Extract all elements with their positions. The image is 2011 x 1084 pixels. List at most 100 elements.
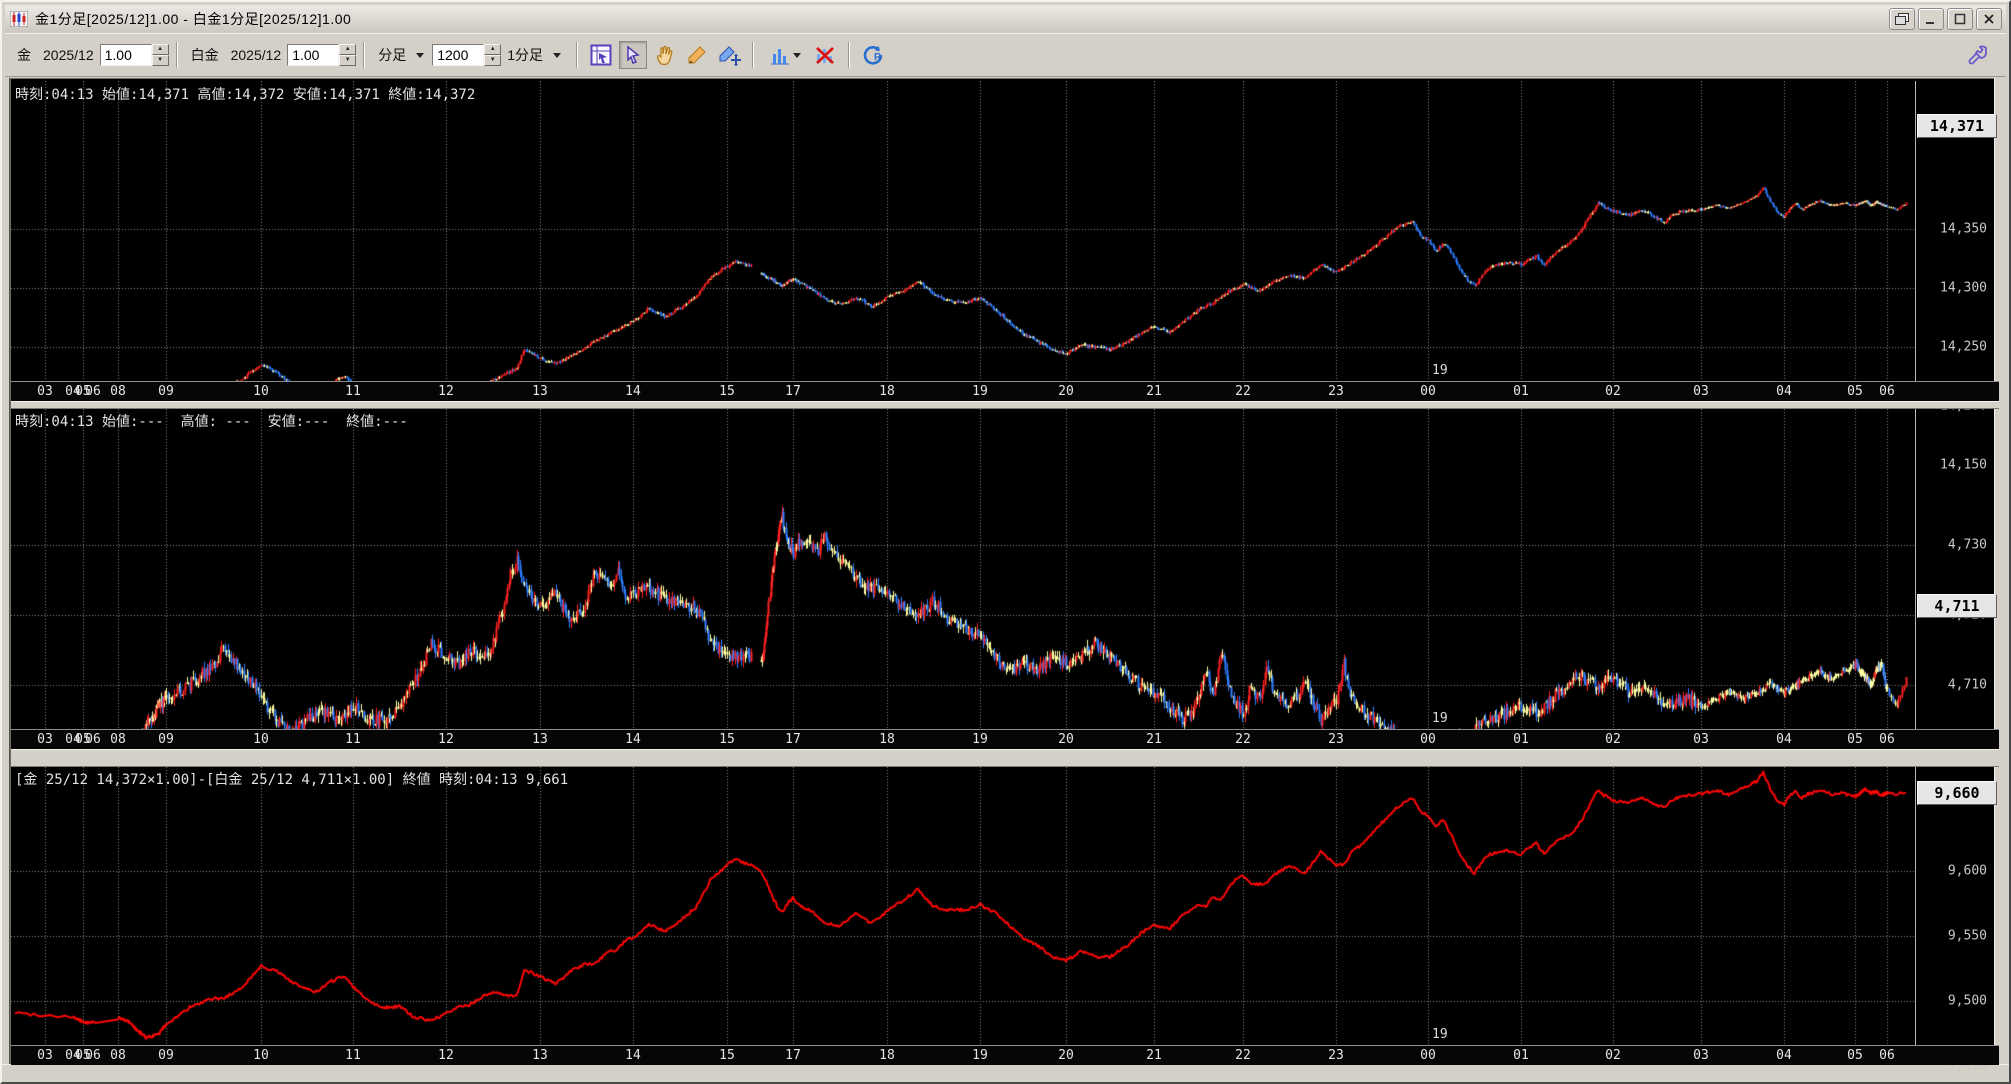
x-tick-label: 20 [1058,732,1074,747]
x-tick-label: 05 [1847,732,1863,747]
x-tick-label: 11 [345,732,361,747]
x-tick-label: 14 [625,384,641,399]
x-tick-label: 21 [1146,384,1162,399]
x-tick-label: 06 [85,732,101,747]
x-tick-label: 01 [1513,732,1529,747]
gold-month-label: 2025/12 [43,47,94,63]
x-tick-label: 12 [438,384,454,399]
x-tick-label: 08 [110,384,126,399]
spread-last-price-box: 9,660 [1917,781,1997,805]
toolbar-separator [363,42,366,68]
platinum-month-label: 2025/12 [230,47,282,63]
maximize-button[interactable] [1947,8,1973,30]
x-tick-label: 06 [1879,1048,1895,1063]
bar-count-input[interactable] [432,44,485,66]
x-tick-label: 19 [972,732,988,747]
toolbar: 金 2025/12 ▲▼ 白金 2025/12 ▲▼ 分足 ▲▼ 1分足 [5,33,2006,77]
x-tick-label: 15 [719,384,735,399]
chart-type-button[interactable] [763,41,807,69]
app-candlestick-icon [10,11,28,27]
hand-pan-button[interactable] [651,41,679,69]
minimize-icon [1926,22,1934,24]
x-tick-label: 13 [532,732,548,747]
x-tick-label: 10 [253,384,269,399]
panel-splitter[interactable] [11,401,1999,409]
refresh-button[interactable]: R [859,41,887,69]
price-axis-label: 9,600 [1947,863,1987,879]
price-axis-label: 9,500 [1947,993,1987,1009]
x-tick-label: 04 [1776,732,1792,747]
gold-ratio-spinner[interactable]: ▲ ▼ [151,44,169,66]
bar-count-spinner[interactable]: ▲ ▼ [484,44,502,66]
x-tick-label: 10 [253,732,269,747]
minimize-button[interactable] [1918,8,1944,30]
x-tick-label: 11 [345,384,361,399]
x-tick-label: 05 [1847,384,1863,399]
x-tick-label: 14 [625,1048,641,1063]
svg-text:R: R [874,52,882,63]
settings-wrench-button[interactable] [1964,41,1992,69]
x-tick-label: 18 [879,384,895,399]
hand-icon [657,45,673,66]
price-axis-label: 9,550 [1947,928,1987,944]
toolbar-separator [576,42,579,68]
chevron-down-icon[interactable] [416,52,425,58]
x-tick-label: 06 [1879,732,1895,747]
period-type-dropdown[interactable]: 分足 [378,45,406,65]
toolbar-separator [848,42,851,68]
x-tick-label: 23 [1328,1048,1344,1063]
x-tick-label: 01 [1513,384,1529,399]
x-tick-label: 00 [1420,732,1436,747]
x-tick-label: 12 [438,732,454,747]
platinum-last-price-box: 4,711 [1917,594,1997,618]
price-axis-label: 14,300 [1940,280,1987,296]
x-tick-label: 06 [85,1048,101,1063]
gold-candlestick-plot[interactable] [11,81,1916,381]
x-tick-label: 03 [1693,1048,1709,1063]
spread-info-line: [金 25/12 14,372×1.00]-[白金 25/12 4,711×1.… [15,772,569,788]
period-dropdown[interactable]: 1分足 [507,45,543,65]
chevron-down-icon[interactable] [553,52,562,58]
panel-splitter[interactable] [11,749,1999,767]
spread-time-axis: 03 04 05 06 08 09 10 11 12 13 14 15 17 18 19 20 21 22 23 00… [11,1045,1999,1065]
title-bar[interactable]: 金1分足[2025/12]1.00 - 白金1分足[2025/12]1.00 [5,5,2006,33]
x-tick-label: 21 [1146,732,1162,747]
close-button[interactable] [1976,8,2002,30]
gold-label: 金 [17,47,31,63]
platinum-ratio-input[interactable] [287,44,340,66]
x-tick-label: 17 [785,732,801,747]
x-tick-label: 05 [1847,1048,1863,1063]
x-tick-label: 20 [1058,1048,1074,1063]
float-window-button[interactable] [1889,8,1915,30]
price-axis-label: 14,250 [1940,339,1987,355]
app-window: 金1分足[2025/12]1.00 - 白金1分足[2025/12]1.00 金… [0,0,2011,1084]
platinum-ratio-spinner[interactable]: ▲ ▼ [339,44,357,66]
bar-chart-x-icon [816,47,834,64]
x-tick-label: 00 [1420,384,1436,399]
gold-ratio-input[interactable] [99,44,152,66]
x-tick-label: 17 [785,1048,801,1063]
x-tick-label: 00 [1420,1048,1436,1063]
toolbar-separator [752,42,755,68]
chart-settings-button[interactable] [587,41,615,69]
x-tick-label: 19 [972,1048,988,1063]
x-tick-label: 15 [719,1048,735,1063]
x-tick-label: 03 [37,384,53,399]
gold-time-axis: 03 04 05 06 08 09 10 11 12 13 14 15 17 18 19 20 21 22 23 00… [11,381,1999,401]
x-tick-label: 08 [110,732,126,747]
x-tick-label: 15 [719,732,735,747]
x-tick-label: 14 [625,732,641,747]
x-tick-label: 23 [1328,732,1344,747]
x-tick-label: 13 [532,1048,548,1063]
x-tick-label: 06 [1879,384,1895,399]
x-tick-label: 12 [438,1048,454,1063]
pencil-draw-button[interactable] [683,41,711,69]
x-tick-label: 03 [1693,384,1709,399]
platinum-candlestick-plot[interactable] [11,409,1916,729]
pointer-tool-button[interactable] [619,41,648,69]
marker-move-button[interactable] [715,41,743,69]
chart-delete-button[interactable] [811,41,839,69]
x-tick-label: 10 [253,1048,269,1063]
x-tick-label: 23 [1328,384,1344,399]
spread-line-plot[interactable] [11,767,1916,1045]
